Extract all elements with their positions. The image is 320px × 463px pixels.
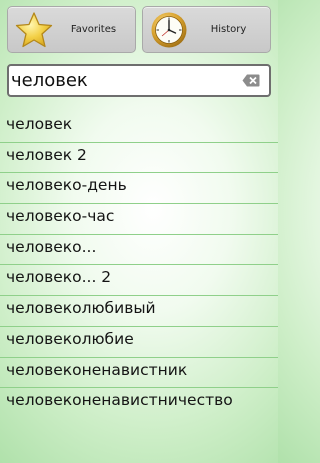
search-box	[7, 64, 271, 97]
list-item[interactable]: человек 2	[0, 143, 278, 174]
clear-text-icon[interactable]	[242, 74, 260, 87]
results-list: человек человек 2 человеко-день человеко…	[0, 112, 278, 419]
history-button[interactable]: History	[142, 6, 271, 53]
list-item[interactable]: человеко-день	[0, 173, 278, 205]
history-label: History	[210, 24, 247, 35]
list-item[interactable]: человеко... 2	[0, 265, 278, 297]
list-item[interactable]: человек	[0, 112, 278, 143]
list-item-label: человек	[6, 115, 73, 133]
list-item-label: человеко... 2	[6, 268, 112, 287]
search-input[interactable]	[11, 66, 233, 95]
list-item-label: человеколюбивый	[6, 299, 156, 318]
list-item-label: человеко-час	[6, 207, 115, 226]
list-item[interactable]: человеконенавистничество	[0, 388, 278, 419]
list-item-label: человеко-день	[6, 176, 127, 195]
list-item[interactable]: человеко-час	[0, 204, 278, 235]
list-item-label: человеконенавистник	[6, 360, 188, 379]
favorites-button[interactable]: Favorites	[7, 6, 136, 53]
list-item-label: человек 2	[6, 145, 87, 164]
list-item[interactable]: человеколюбие	[0, 327, 278, 358]
clock-icon	[151, 12, 187, 48]
star-icon	[15, 12, 53, 48]
favorites-label: Favorites	[70, 24, 117, 35]
toolbar: Favorites History	[0, 0, 278, 58]
list-item[interactable]: человеколюбивый	[0, 296, 278, 327]
list-item-label: человеко...	[6, 237, 97, 256]
list-item-label: человеколюбие	[6, 329, 134, 348]
list-item[interactable]: человеконенавистник	[0, 358, 278, 389]
list-item[interactable]: человеко...	[0, 235, 278, 266]
list-item-label: человеконенавистничество	[6, 391, 233, 410]
